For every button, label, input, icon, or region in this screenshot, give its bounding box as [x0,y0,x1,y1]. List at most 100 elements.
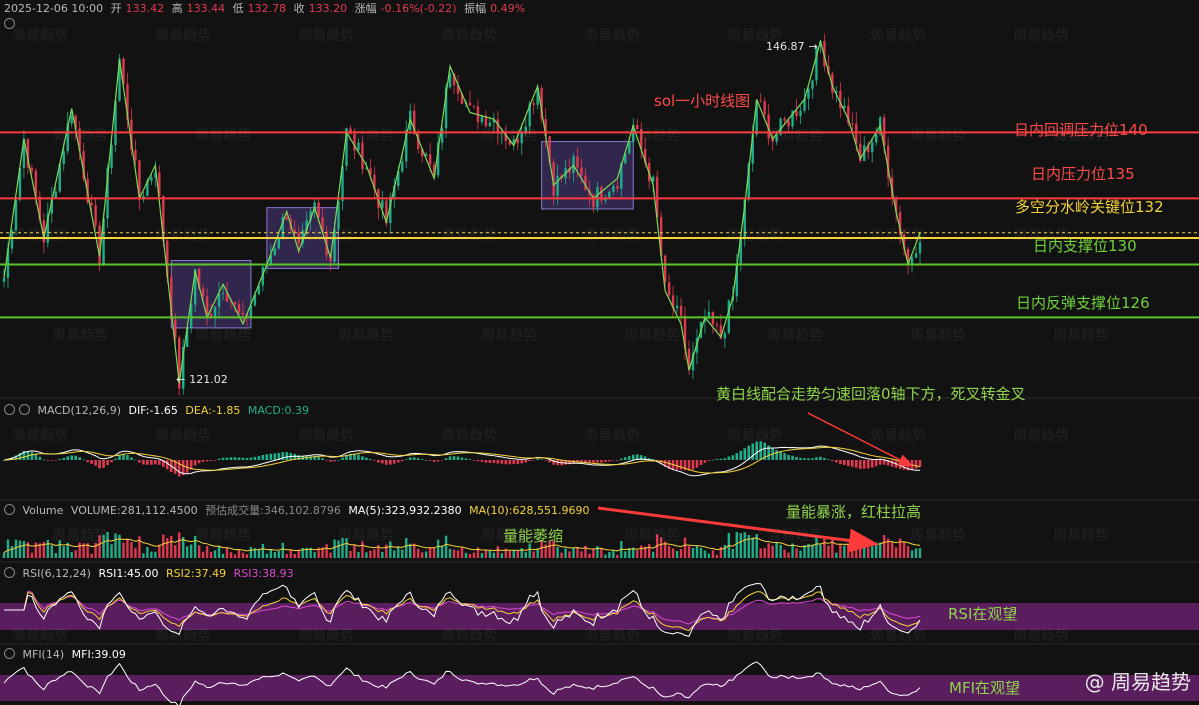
volume-bar [349,550,352,558]
macd-bar [823,457,826,460]
high-marker: 146.87 → [766,40,822,54]
watermark: 周易趋势 [298,428,354,444]
volume-bar [233,554,237,558]
volume-bar [743,532,746,558]
volume-bar [787,552,790,558]
watermark: 周易趋势 [584,428,640,444]
volume-bar [413,543,416,558]
macd-bar [158,460,161,465]
macd-bar [245,457,249,460]
volume-bar [369,550,372,558]
macd-bar [476,460,480,462]
volume-bar [448,548,452,558]
price-chart[interactable] [0,0,1199,705]
macd-bar [835,460,838,463]
macd-bar [381,460,384,464]
watermark: 周易趋势 [870,228,926,244]
candle-body [30,167,34,171]
volume-bar [118,534,121,558]
eye-icon[interactable] [4,567,15,578]
macd-bar [389,460,392,465]
volume-bar [269,549,273,558]
macd-bar [460,457,464,460]
settings-icon[interactable] [4,18,19,32]
low-marker: ← 121.02 [176,373,232,387]
macd-bar [464,458,468,460]
macd-bar [185,460,189,473]
volume-bar [30,552,34,558]
candle-body [2,277,6,282]
macd-bar [480,460,484,462]
volume-bar [2,552,6,558]
rsi2: RSI2:37.49 [166,567,227,580]
volume-bar [588,553,591,558]
volume-bar [428,547,432,558]
volume-bar [914,548,918,558]
volume-bar [747,534,750,558]
macd-bar [273,453,277,460]
volume-bar [731,548,735,558]
volume-bar [432,547,436,558]
bell-icon[interactable] [19,404,30,415]
macd-bar [775,450,778,460]
volume-bar [54,553,57,558]
volume-bar [245,554,249,558]
volume-bar [695,545,699,558]
macd-bar [803,458,806,460]
macd-bar [209,460,213,461]
macd-bar [377,460,380,463]
macd-bar [631,454,635,460]
watermark: 周易趋势 [767,328,823,344]
macd-bar [787,454,790,460]
macd-bar [508,460,512,465]
candle-body [616,186,619,189]
macd-bar [484,460,488,463]
volume-bar [496,546,500,558]
volume-bar [835,552,838,558]
level-label-126: 日内反弹支撑位126 [1016,294,1150,312]
volume-bar [667,546,671,558]
volume-bar [313,552,316,558]
macd-bar [516,460,520,465]
macd-bar [333,460,336,462]
macd-bar [540,459,543,461]
watermark: 周易趋势 [155,628,211,644]
volume-bar [189,544,193,558]
macd-bar [707,460,711,461]
macd-annotation: 黄白线配合走势匀速回落0轴下方，死叉转金叉 [716,385,1026,403]
candle-body [293,229,296,233]
watermark: 周易趋势 [624,328,680,344]
macd-bar [735,453,739,460]
volume-bar [751,537,754,558]
volume-bar [365,552,368,558]
eye-icon[interactable] [4,648,15,659]
macd-bar [241,457,245,460]
watermark: 周易趋势 [767,528,823,544]
watermark: 周易趋势 [441,28,497,44]
volume-bar [420,552,424,558]
level-label-135: 日内压力位135 [1031,165,1135,183]
volume-bar [898,538,902,558]
volume-bar [902,541,906,558]
header-amplitude-label: 振幅 [464,2,487,15]
watermark: 周易趋势 [155,228,211,244]
macd-bar [488,460,492,464]
volume-bar [257,549,261,558]
macd-bar [719,458,723,460]
macd-bar [66,456,70,460]
watermark: 周易趋势 [767,128,823,144]
mfi-name: MFI(14) [22,648,65,661]
eye-icon[interactable] [4,404,15,415]
volume-bar [484,550,488,558]
candle-body [675,305,679,309]
eye-icon[interactable] [4,504,15,515]
header-datetime: 2025-12-06 10:00 [4,2,104,15]
volume-bar [863,545,866,558]
high-value: 146.87 [766,40,805,53]
macd-bar [98,460,101,469]
watermark: 周易趋势 [870,628,926,644]
macd-bar [799,457,802,460]
level-label-132: 多空分水岭关键位132 [1015,198,1164,216]
macd-bar [620,458,623,460]
volume-bar [158,544,161,558]
